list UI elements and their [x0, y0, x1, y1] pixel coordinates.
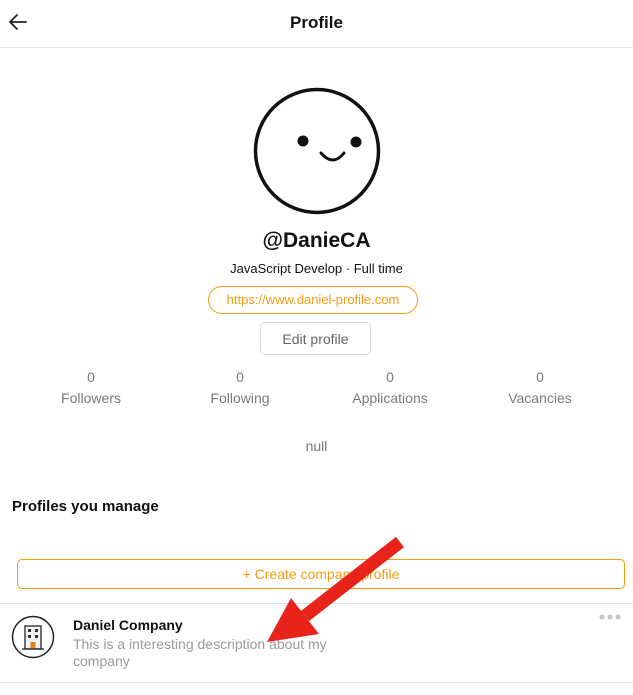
smiley-face-icon: [253, 87, 381, 215]
red-arrow-annotation: [267, 536, 404, 642]
stat-label: Vacancies: [508, 390, 572, 406]
profile-handle: @DanieCA: [262, 229, 371, 252]
stat-following[interactable]: 0 Following: [165, 368, 315, 408]
top-bar: Profile: [0, 0, 633, 48]
stat-label: Followers: [61, 390, 121, 406]
building-icon: [11, 615, 55, 659]
section-title: Profiles you manage: [12, 498, 159, 515]
stat-vacancies[interactable]: 0 Vacancies: [465, 368, 615, 408]
profile-subtitle: JavaScript Develop · Full time: [230, 261, 403, 276]
company-name: Daniel Company: [73, 617, 183, 633]
stat-count: 0: [386, 369, 394, 385]
stat-count: 0: [236, 369, 244, 385]
stat-count: 0: [87, 369, 95, 385]
stat-label: Applications: [352, 390, 428, 406]
stat-label: Following: [210, 390, 270, 406]
stat-count: 0: [536, 369, 544, 385]
profile-bio: null: [305, 438, 328, 454]
website-link[interactable]: https://www.daniel-profile.com: [208, 286, 418, 314]
more-options-icon[interactable]: [599, 613, 621, 621]
page-title: Profile: [290, 13, 343, 32]
stat-applications[interactable]: 0 Applications: [315, 368, 465, 408]
edit-profile-button[interactable]: Edit profile: [260, 322, 371, 355]
stat-followers[interactable]: 0 Followers: [16, 368, 166, 408]
